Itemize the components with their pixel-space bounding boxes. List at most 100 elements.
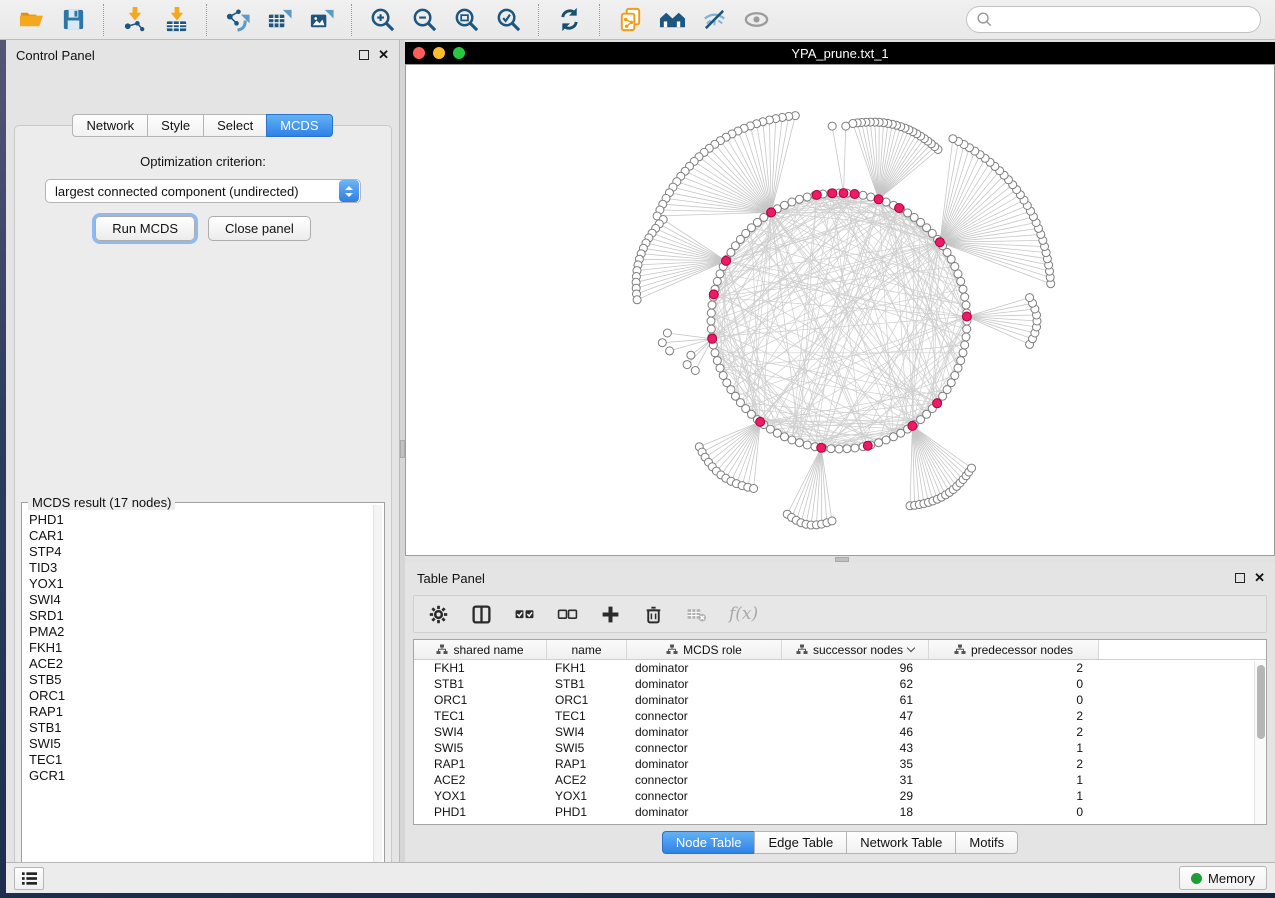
export-network-icon (224, 6, 251, 33)
split-view-button[interactable] (471, 604, 492, 625)
column-header-successor-nodes[interactable]: successor nodes (782, 640, 929, 659)
table-row[interactable]: PHD1PHD1dominator180 (414, 804, 1266, 820)
table-row[interactable]: RAP1RAP1dominator352 (414, 756, 1266, 772)
mcds-result-item[interactable]: STB5 (29, 672, 384, 688)
column-header-predecessor-nodes[interactable]: predecessor nodes (929, 640, 1099, 659)
float-panel-icon[interactable] (359, 50, 369, 60)
export-network-button[interactable] (219, 3, 255, 37)
show-graphics-detail-button[interactable] (738, 3, 774, 37)
zoom-in-button[interactable] (364, 3, 400, 37)
table-row[interactable]: ORC1ORC1dominator610 (414, 692, 1266, 708)
close-panel-button[interactable]: Close panel (208, 216, 311, 241)
mcds-result-item[interactable]: ACE2 (29, 656, 384, 672)
cell-shared-name: YOX1 (414, 788, 547, 804)
tab-network[interactable]: Network (72, 114, 147, 137)
function-builder-icon: f(x) (729, 604, 758, 624)
memory-button[interactable]: Memory (1179, 866, 1267, 890)
zoom-fit-button[interactable] (448, 3, 484, 37)
network-overview-button[interactable] (654, 3, 690, 37)
zoom-in-icon (369, 6, 396, 33)
cell-shared-name: RAP1 (414, 756, 547, 772)
table-row[interactable]: FKH1FKH1dominator962 (414, 660, 1266, 676)
refresh-button[interactable] (551, 3, 587, 37)
table-row[interactable]: STB1STB1dominator620 (414, 676, 1266, 692)
zoom-selected-button[interactable] (490, 3, 526, 37)
mcds-list-scrollbar[interactable] (373, 505, 382, 869)
table-row[interactable]: TEC1TEC1connector472 (414, 708, 1266, 724)
mcds-result-item[interactable]: CAR1 (29, 528, 384, 544)
search-input[interactable] (998, 13, 1251, 27)
export-table-button[interactable] (261, 3, 297, 37)
settings-gear-button[interactable] (428, 604, 449, 625)
table-row[interactable]: ACE2ACE2connector311 (414, 772, 1266, 788)
cell-name: STB1 (547, 676, 627, 692)
mcds-result-item[interactable]: YOX1 (29, 576, 384, 592)
network-canvas[interactable] (405, 64, 1275, 556)
tab-node-table[interactable]: Node Table (662, 831, 755, 854)
close-table-panel-icon[interactable]: ✕ (1254, 573, 1265, 583)
mcds-result-item[interactable]: TID3 (29, 560, 384, 576)
criterion-select[interactable]: largest connected component (undirected) (45, 179, 361, 203)
mcds-result-item[interactable]: FKH1 (29, 640, 384, 656)
export-image-button[interactable] (303, 3, 339, 37)
tab-mcds[interactable]: MCDS (266, 114, 332, 137)
mcds-result-item[interactable]: STP4 (29, 544, 384, 560)
duplicate-network-button[interactable] (612, 3, 648, 37)
zoom-out-button[interactable] (406, 3, 442, 37)
column-header-name[interactable]: name (547, 640, 627, 659)
tab-network-table[interactable]: Network Table (846, 831, 955, 854)
zoom-selected-icon (495, 6, 522, 33)
mcds-result-item[interactable]: PHD1 (29, 512, 384, 528)
table-row[interactable]: SWI4SWI4dominator462 (414, 724, 1266, 740)
mcds-result-item[interactable]: SWI4 (29, 592, 384, 608)
cell-name: RAP1 (547, 756, 627, 772)
table-scrollbar-thumb[interactable] (1257, 665, 1265, 739)
tab-motifs[interactable]: Motifs (955, 831, 1018, 854)
delete-column-button[interactable] (643, 604, 664, 625)
column-type-icon (436, 644, 448, 655)
cell-shared-name: ORC1 (414, 692, 547, 708)
cell-successor-nodes: 29 (782, 788, 929, 804)
column-header-shared-name[interactable]: shared name (414, 640, 547, 659)
mcds-result-item[interactable]: GCR1 (29, 768, 384, 784)
mcds-result-item[interactable]: ORC1 (29, 688, 384, 704)
table-row[interactable]: YOX1YOX1connector291 (414, 788, 1266, 804)
table-row[interactable]: SWI5SWI5connector431 (414, 740, 1266, 756)
add-column-button[interactable] (600, 604, 621, 625)
table-scrollbar[interactable] (1254, 661, 1265, 825)
network-title: YPA_prune.txt_1 (405, 46, 1275, 61)
horizontal-splitter[interactable] (405, 556, 1275, 563)
cell-MCDS-role: dominator (627, 724, 782, 740)
clear-all-checkboxes-button[interactable] (557, 604, 578, 625)
mcds-result-item[interactable]: RAP1 (29, 704, 384, 720)
cell-shared-name: SWI4 (414, 724, 547, 740)
mcds-result-item[interactable]: TEC1 (29, 752, 384, 768)
open-file-button[interactable] (13, 3, 49, 37)
column-header-MCDS-role[interactable]: MCDS role (627, 640, 782, 659)
network-titlebar: YPA_prune.txt_1 (405, 42, 1275, 64)
float-table-panel-icon[interactable] (1235, 573, 1245, 583)
tab-edge-table[interactable]: Edge Table (754, 831, 846, 854)
tab-style[interactable]: Style (147, 114, 203, 137)
select-all-checkboxes-button[interactable] (514, 604, 535, 625)
save-session-button[interactable] (55, 3, 91, 37)
mcds-result-item[interactable]: SWI5 (29, 736, 384, 752)
mcds-result-list[interactable]: PHD1CAR1STP4TID3YOX1SWI4SRD1PMA2FKH1ACE2… (22, 503, 384, 784)
search-icon (976, 11, 993, 28)
horizontal-splitter-handle[interactable] (835, 557, 849, 562)
mcds-result-item[interactable]: STB1 (29, 720, 384, 736)
hide-graphics-detail-button[interactable] (696, 3, 732, 37)
cell-predecessor-nodes: 1 (929, 740, 1099, 756)
task-history-button[interactable] (14, 867, 44, 890)
import-table-button[interactable] (158, 3, 194, 37)
run-mcds-button[interactable]: Run MCDS (95, 216, 195, 241)
table-column-headers: shared namenameMCDS rolesuccessor nodesp… (414, 640, 1266, 660)
import-network-button[interactable] (116, 3, 152, 37)
tab-select[interactable]: Select (203, 114, 266, 137)
control-panel-title: Control Panel (16, 48, 359, 63)
cell-successor-nodes: 43 (782, 740, 929, 756)
close-panel-icon[interactable]: ✕ (378, 50, 389, 60)
mcds-result-item[interactable]: PMA2 (29, 624, 384, 640)
mcds-result-item[interactable]: SRD1 (29, 608, 384, 624)
search-box[interactable] (966, 6, 1261, 33)
